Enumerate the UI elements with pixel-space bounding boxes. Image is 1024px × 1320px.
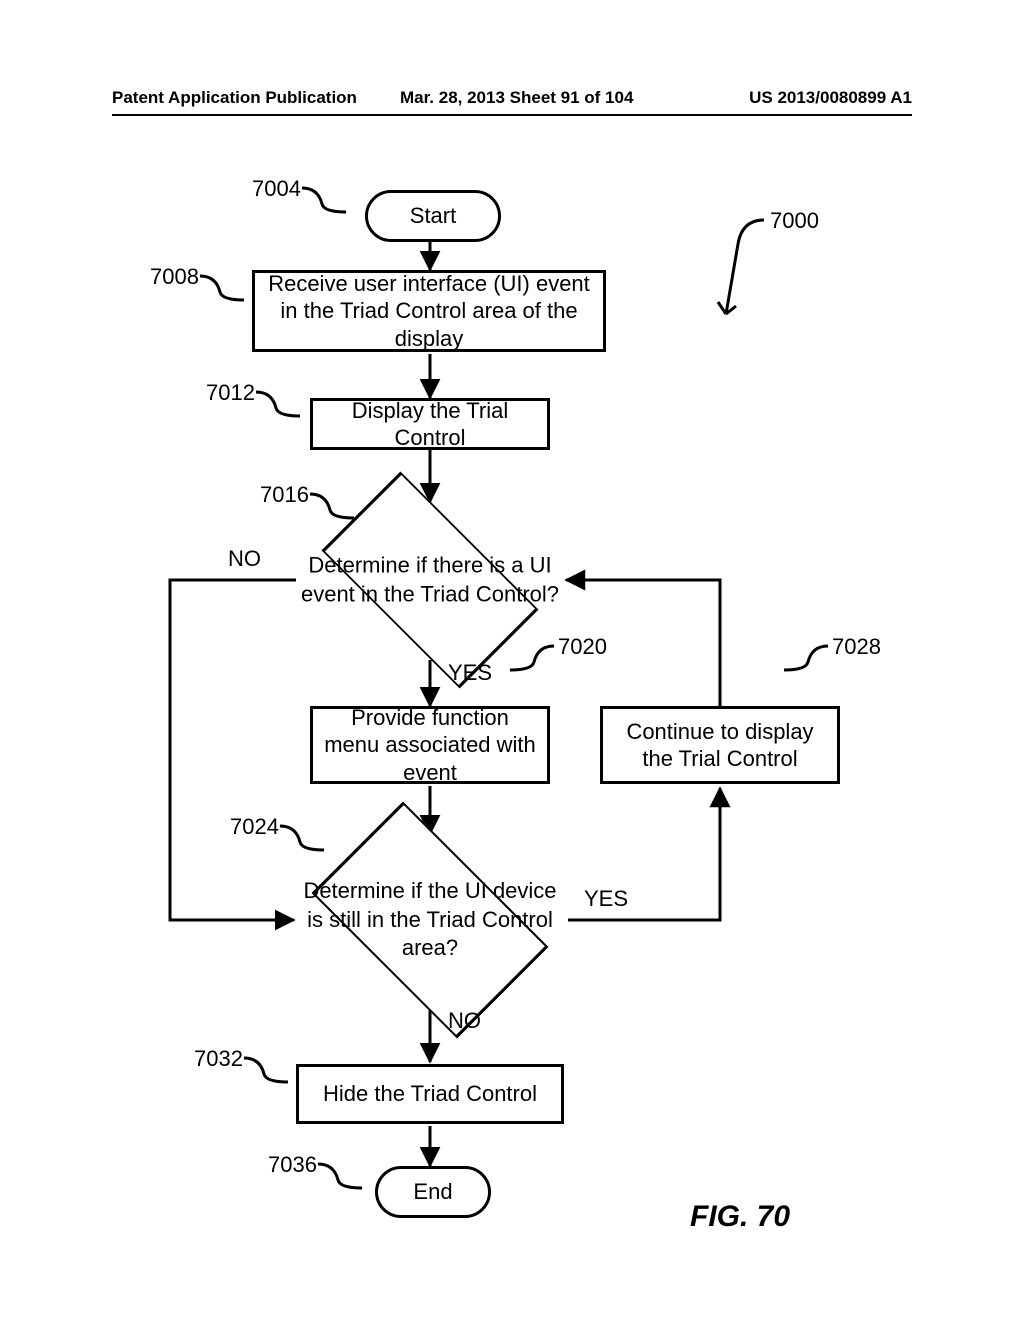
receive-box: Receive user interface (UI) event in the… (252, 270, 606, 352)
provide-text: Provide function menu associated with ev… (321, 704, 539, 787)
ref-7004: 7004 (252, 176, 301, 202)
ref-7020: 7020 (558, 634, 607, 660)
page: Patent Application Publication Mar. 28, … (0, 0, 1024, 1320)
ref-7036: 7036 (268, 1152, 317, 1178)
provide-box: Provide function menu associated with ev… (310, 706, 550, 784)
ref-7032: 7032 (194, 1046, 243, 1072)
dec1-yes: YES (448, 660, 492, 686)
ref-7016: 7016 (260, 482, 309, 508)
display-box: Display the Trial Control (310, 398, 550, 450)
hide-box: Hide the Triad Control (296, 1064, 564, 1124)
end-node: End (375, 1166, 491, 1218)
ref-7000: 7000 (770, 208, 819, 234)
ref-7012: 7012 (206, 380, 255, 406)
continue-box: Continue to display the Trial Control (600, 706, 840, 784)
figure-caption: FIG. 70 (690, 1200, 790, 1234)
hide-text: Hide the Triad Control (323, 1080, 537, 1108)
dec2-no: NO (448, 1008, 481, 1034)
dec2-yes: YES (584, 886, 628, 912)
ref-7008: 7008 (150, 264, 199, 290)
flowchart: Start 7004 Receive user interface (UI) e… (0, 130, 1024, 1280)
display-text: Display the Trial Control (321, 397, 539, 452)
ref-7024: 7024 (230, 814, 279, 840)
header-right: US 2013/0080899 A1 (749, 88, 912, 108)
receive-text: Receive user interface (UI) event in the… (263, 270, 595, 353)
ref-7028: 7028 (832, 634, 881, 660)
page-header: Patent Application Publication Mar. 28, … (0, 84, 1024, 114)
decision-2-text: Determine if the UI device is still in t… (300, 877, 560, 963)
header-rule (112, 114, 912, 116)
decision-1-text: Determine if there is a UI event in the … (300, 551, 560, 608)
end-label: End (413, 1179, 452, 1205)
start-label: Start (410, 203, 456, 229)
dec1-no: NO (228, 546, 261, 572)
header-mid: Mar. 28, 2013 Sheet 91 of 104 (400, 88, 633, 108)
continue-text: Continue to display the Trial Control (611, 718, 829, 773)
start-node: Start (365, 190, 501, 242)
header-left: Patent Application Publication (112, 88, 357, 108)
